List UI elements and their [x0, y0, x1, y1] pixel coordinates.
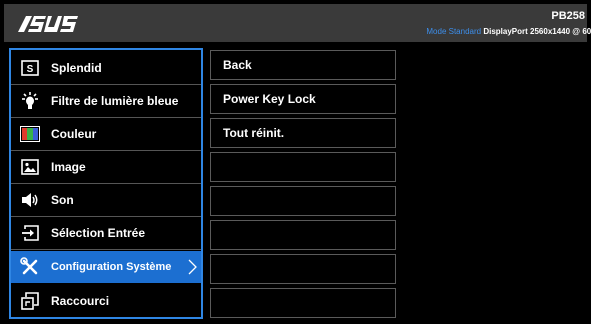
- menu-label: Raccourci: [51, 294, 110, 308]
- menu-label: Filtre de lumière bleue: [51, 94, 179, 108]
- submenu-item-back[interactable]: Back: [210, 50, 396, 80]
- submenu-item-reset-all[interactable]: Tout réinit.: [210, 118, 396, 148]
- menu-item-color[interactable]: Couleur: [11, 118, 201, 151]
- menu-label: Couleur: [51, 127, 97, 141]
- splendid-s-icon: S: [19, 58, 41, 78]
- submenu-item-empty: [210, 254, 396, 284]
- image-icon: [19, 157, 41, 177]
- speaker-icon: [19, 190, 41, 210]
- submenu-item-power-key-lock[interactable]: Power Key Lock: [210, 84, 396, 114]
- submenu-item-empty: [210, 186, 396, 216]
- menu-item-splendid[interactable]: S Splendid: [11, 52, 201, 85]
- mode-label: Mode Standard: [426, 27, 482, 36]
- menu-item-system-setup[interactable]: Configuration Système: [11, 251, 201, 283]
- menu-label: Son: [51, 193, 74, 207]
- shortcut-icon: [19, 291, 41, 311]
- menu-item-blue-light-filter[interactable]: Filtre de lumière bleue: [11, 85, 201, 118]
- svg-text:S: S: [27, 64, 34, 75]
- menu-item-image[interactable]: Image: [11, 151, 201, 184]
- main-menu: S Splendid Filtre de lumière bleue Coule…: [9, 48, 203, 319]
- blue-light-icon: [19, 91, 41, 111]
- menu-item-input-select[interactable]: Sélection Entrée: [11, 217, 201, 250]
- chevron-right-icon: [188, 259, 197, 275]
- menu-label: Sélection Entrée: [51, 226, 146, 240]
- color-icon: [19, 124, 41, 144]
- osd-header: PB258 Mode Standard DisplayPort 2560x144…: [4, 4, 591, 42]
- menu-label: Image: [51, 160, 86, 174]
- asus-logo: [18, 16, 78, 32]
- submenu-item-empty: [210, 220, 396, 250]
- osd-menu: PB258 Mode Standard DisplayPort 2560x144…: [0, 0, 591, 324]
- menu-label: Splendid: [51, 61, 102, 75]
- submenu-panel: Back Power Key Lock Tout réinit.: [210, 50, 396, 318]
- submenu-item-empty: [210, 152, 396, 182]
- menu-label: Configuration Système: [51, 261, 172, 273]
- tools-icon: [19, 257, 41, 277]
- menu-item-sound[interactable]: Son: [11, 184, 201, 217]
- resolution: 2560x1440 @ 60Hz: [530, 27, 591, 36]
- submenu-item-empty: [210, 288, 396, 318]
- menu-item-shortcut[interactable]: Raccourci: [11, 285, 201, 317]
- status-line: Mode Standard DisplayPort 2560x1440 @ 60…: [426, 27, 591, 36]
- input-select-icon: [19, 223, 41, 243]
- input-source: DisplayPort: [483, 27, 528, 36]
- model-name: PB258: [551, 10, 585, 22]
